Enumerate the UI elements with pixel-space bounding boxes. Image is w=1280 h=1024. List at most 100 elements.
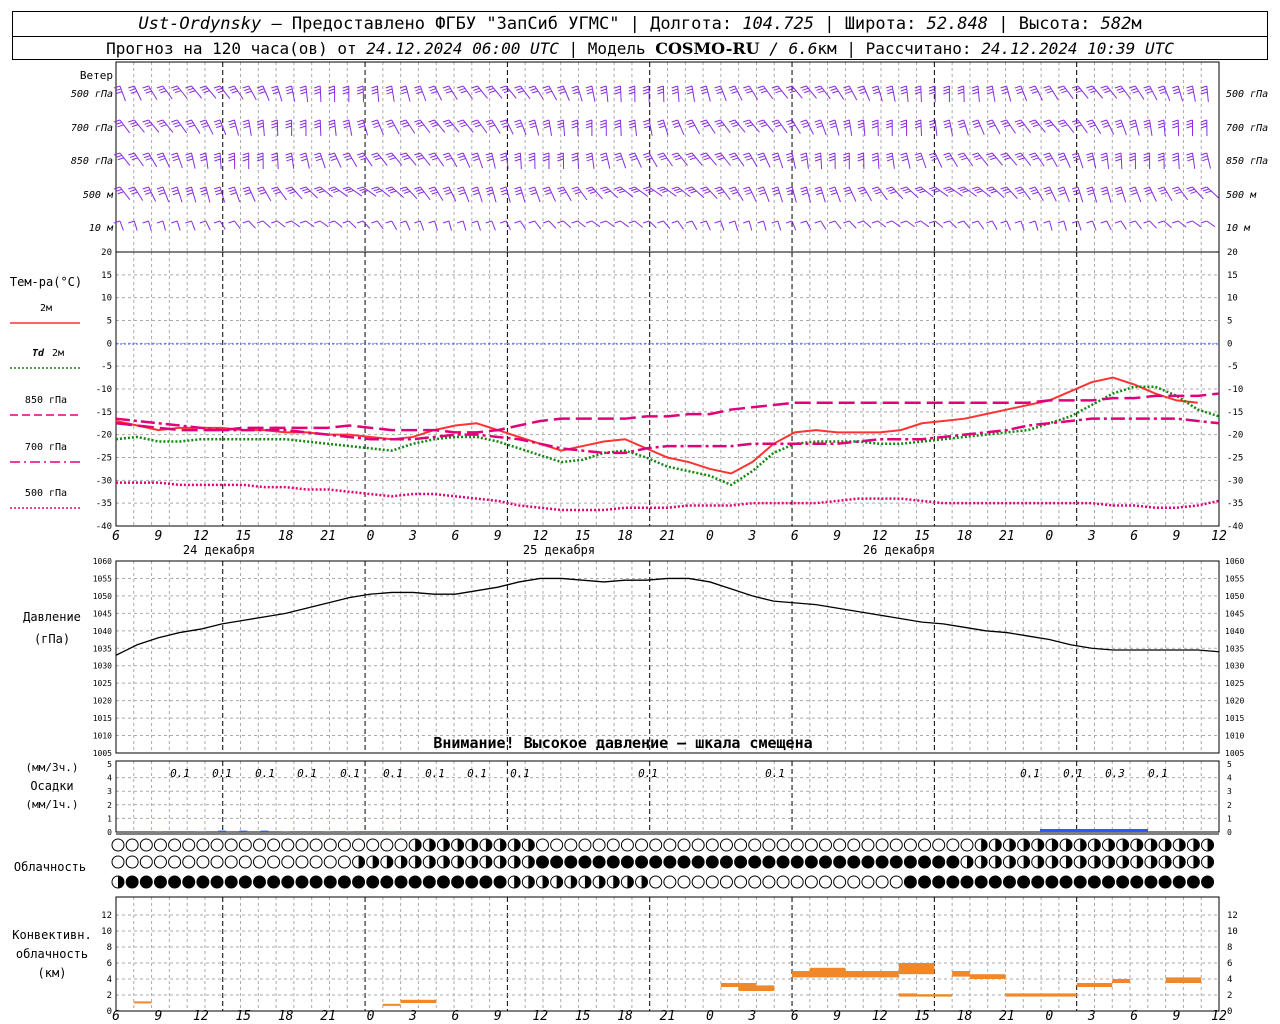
wind-barb-feather (459, 192, 466, 196)
wind-barb-feather (271, 220, 278, 224)
wind-barb-feather (785, 85, 793, 89)
convective-bar (133, 1001, 152, 1004)
wind-barb-feather (815, 122, 822, 126)
temp-tick-right: -20 (1227, 431, 1243, 441)
wind-barb-feather (758, 155, 765, 159)
temp-tick-left: 0 (107, 339, 112, 349)
convective-bar (898, 963, 935, 975)
wind-barb-feather (1002, 154, 1009, 158)
cloud-fill (1116, 876, 1129, 888)
wind-barb-feather (345, 188, 352, 192)
wind-barb-feather (357, 91, 364, 95)
wind-barb-feather (314, 85, 321, 89)
wind-barb-feather (743, 220, 750, 224)
temp-tick-left: -5 (101, 362, 112, 372)
wind-barb-feather (814, 158, 822, 162)
wind-barb (906, 220, 915, 228)
wind-barb-feather (1157, 155, 1165, 159)
precip-bar (281, 831, 290, 832)
wind-barb-feather (385, 119, 392, 123)
wind-barb-feather (1115, 155, 1122, 159)
wind-barb (949, 220, 957, 229)
convective-tick-right: 6 (1227, 959, 1232, 969)
wind-barb (276, 152, 279, 170)
cloud-symbol (196, 855, 210, 869)
cloud-fill (401, 856, 407, 868)
wind-barb-feather (714, 186, 721, 190)
wind-barb-feather (746, 124, 754, 128)
wind-barb (434, 85, 443, 101)
wind-barb-feather (542, 220, 550, 224)
wind-barb-feather (1186, 85, 1193, 89)
wind-barb-feather (417, 124, 425, 128)
pressure-tick-left: 1015 (93, 714, 112, 723)
wind-barb-feather (499, 152, 507, 156)
wind-barb-feather (857, 125, 865, 129)
wind-barb-feather (802, 124, 810, 128)
cloud-symbol (649, 875, 663, 889)
wind-barb-feather (1058, 189, 1066, 193)
wind-barb-feather (342, 220, 349, 224)
time-label: 21 (660, 1009, 676, 1024)
wind-barb (920, 220, 930, 228)
wind-barb-feather (371, 186, 378, 190)
wind-barb-feather (1157, 186, 1165, 190)
wind-barb-feather (973, 154, 981, 158)
wind-barb-feather (373, 154, 380, 158)
precip-bar (218, 830, 227, 832)
wind-barb-feather (614, 91, 621, 95)
wind-barb-feather (786, 155, 793, 159)
temp-tick-left: -15 (96, 408, 112, 418)
cloud-fill (485, 856, 492, 868)
wind-barb-feather (1186, 186, 1193, 190)
wind-barb-feather (871, 125, 879, 129)
wind-barb-feather (1200, 125, 1208, 129)
wind-barb-feather (888, 188, 895, 192)
wind-barb-feather (1143, 152, 1150, 156)
wind-barb (262, 220, 271, 229)
wind-barb-feather (1014, 220, 1022, 224)
wind-barb-feather (357, 88, 364, 92)
wind-barb-feather (415, 88, 422, 92)
wind-barb-feather (571, 158, 579, 162)
convective-tick-right: 0 (1227, 1007, 1232, 1017)
wind-barb-feather (514, 85, 521, 89)
wind-barb-feather (358, 154, 365, 158)
wind-barb-feather (728, 152, 736, 156)
wind-barb-feather (1205, 190, 1212, 194)
wind-barb (176, 220, 181, 231)
wind-barb-feather (601, 158, 608, 162)
wind-barb-feather (387, 188, 395, 192)
temp-tick-left: -20 (96, 431, 112, 441)
wind-barb (176, 119, 188, 134)
cloud-symbol (790, 875, 804, 889)
pressure-warning: Внимание! Высокое давление — шкала смеще… (433, 734, 812, 752)
wind-barb-feather (1173, 91, 1180, 95)
wind-barb-feather (399, 220, 407, 224)
cloud-fill (593, 856, 606, 868)
wind-barb-feather (416, 91, 423, 95)
precip-amount: 0.3 (1105, 767, 1125, 780)
wind-barb-feather (131, 191, 138, 195)
cloud-fill (1051, 839, 1058, 851)
convective-tick-right: 8 (1227, 943, 1232, 953)
wind-barb (1120, 152, 1123, 170)
cloud-fill (599, 876, 606, 888)
wind-barb (1120, 85, 1131, 100)
wind-barb-feather (916, 158, 923, 162)
wind-barb-feather (258, 88, 265, 92)
wind-barb (791, 186, 797, 203)
cloud-fill (1094, 839, 1101, 851)
wind-barb-feather (1001, 88, 1008, 92)
cloud-fill (1037, 839, 1044, 851)
wind-barb (477, 186, 483, 203)
wind-barb-feather (1101, 189, 1108, 193)
cloud-fill (514, 839, 521, 851)
cloud-symbol (592, 838, 606, 852)
wind-barb-feather (473, 192, 480, 196)
wind-barb-feather (428, 186, 435, 190)
wind-barb-feather (429, 88, 437, 92)
cloud-symbol (337, 855, 351, 869)
wind-barb-feather (886, 88, 893, 92)
wind-barb-feather (542, 152, 550, 156)
